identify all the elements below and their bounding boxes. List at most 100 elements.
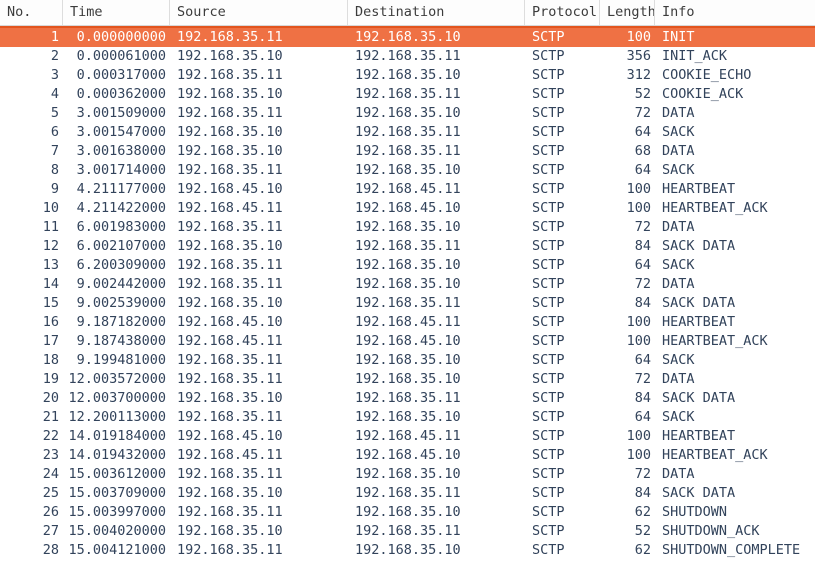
cell-source: 192.168.45.11 xyxy=(177,447,283,463)
table-row[interactable]: 21 12.200113000 192.168.35.11 192.168.35.10… xyxy=(0,408,815,427)
cell-destination: 192.168.35.10 xyxy=(355,466,461,482)
column-header-no[interactable]: No. xyxy=(0,0,63,25)
cell-no: 2 xyxy=(50,48,59,64)
cell-length: 356 xyxy=(626,48,651,64)
cell-protocol: SCTP xyxy=(532,466,565,482)
cell-time: 6.001983000 xyxy=(76,219,166,235)
column-header-time[interactable]: Time xyxy=(63,0,170,25)
packet-list-pane[interactable]: No. Time Source Destination Protocol Len… xyxy=(0,0,815,568)
cell-destination: 192.168.35.10 xyxy=(355,219,461,235)
cell-info: DATA xyxy=(662,219,695,235)
column-header-info[interactable]: Info xyxy=(655,0,815,25)
cell-source: 192.168.35.11 xyxy=(177,352,283,368)
table-row[interactable]: 9 4.211177000 192.168.45.10 192.168.45.11 SC… xyxy=(0,180,815,199)
cell-time: 9.002442000 xyxy=(76,276,166,292)
cell-source: 192.168.35.10 xyxy=(177,143,283,159)
cell-protocol: SCTP xyxy=(532,333,565,349)
cell-protocol: SCTP xyxy=(532,295,565,311)
cell-no: 22 xyxy=(42,428,59,444)
cell-time: 0.000000000 xyxy=(76,29,166,45)
cell-length: 100 xyxy=(626,333,651,349)
cell-protocol: SCTP xyxy=(532,181,565,197)
table-row[interactable]: 25 15.003709000 192.168.35.10 192.168.35.11… xyxy=(0,484,815,503)
table-row[interactable]: 15 9.002539000 192.168.35.10 192.168.35.11 S… xyxy=(0,294,815,313)
cell-destination: 192.168.35.10 xyxy=(355,105,461,121)
cell-destination: 192.168.45.10 xyxy=(355,200,461,216)
table-row[interactable]: 13 6.200309000 192.168.35.11 192.168.35.10 S… xyxy=(0,256,815,275)
cell-source: 192.168.35.11 xyxy=(177,542,283,558)
cell-length: 100 xyxy=(626,200,651,216)
cell-info: SACK DATA xyxy=(662,485,736,501)
cell-length: 64 xyxy=(634,409,651,425)
column-header-protocol[interactable]: Protocol xyxy=(525,0,600,25)
cell-no: 8 xyxy=(50,162,59,178)
cell-protocol: SCTP xyxy=(532,390,565,406)
table-row[interactable]: 4 0.000362000 192.168.35.10 192.168.35.11 SC… xyxy=(0,85,815,104)
cell-info: HEARTBEAT_ACK xyxy=(662,200,768,216)
packet-list-header[interactable]: No. Time Source Destination Protocol Len… xyxy=(0,0,815,26)
cell-length: 62 xyxy=(634,504,651,520)
table-row[interactable]: 2 0.000061000 192.168.35.10 192.168.35.11 SC… xyxy=(0,47,815,66)
table-row[interactable]: 19 12.003572000 192.168.35.11 192.168.35.10… xyxy=(0,370,815,389)
table-row[interactable]: 12 6.002107000 192.168.35.10 192.168.35.11 S… xyxy=(0,237,815,256)
table-row[interactable]: 7 3.001638000 192.168.35.10 192.168.35.11 SC… xyxy=(0,142,815,161)
cell-info: DATA xyxy=(662,371,695,387)
cell-source: 192.168.45.10 xyxy=(177,314,283,330)
cell-no: 6 xyxy=(50,124,59,140)
cell-length: 68 xyxy=(634,143,651,159)
cell-source: 192.168.45.11 xyxy=(177,200,283,216)
table-row[interactable]: 14 9.002442000 192.168.35.11 192.168.35.10 S… xyxy=(0,275,815,294)
cell-time: 6.200309000 xyxy=(76,257,166,273)
cell-time: 3.001714000 xyxy=(76,162,166,178)
table-row[interactable]: 5 3.001509000 192.168.35.11 192.168.35.10 SC… xyxy=(0,104,815,123)
table-row[interactable]: 10 4.211422000 192.168.45.11 192.168.45.10 S… xyxy=(0,199,815,218)
cell-destination: 192.168.45.11 xyxy=(355,428,461,444)
table-row[interactable]: 16 9.187182000 192.168.45.10 192.168.45.11 S… xyxy=(0,313,815,332)
cell-length: 72 xyxy=(634,466,651,482)
cell-time: 9.187182000 xyxy=(76,314,166,330)
cell-destination: 192.168.35.10 xyxy=(355,67,461,83)
cell-info: HEARTBEAT xyxy=(662,428,736,444)
cell-time: 9.199481000 xyxy=(76,352,166,368)
column-header-length[interactable]: Length xyxy=(600,0,655,25)
table-row[interactable]: 20 12.003700000 192.168.35.10 192.168.35.11… xyxy=(0,389,815,408)
cell-no: 12 xyxy=(42,238,59,254)
table-row[interactable]: 18 9.199481000 192.168.35.11 192.168.35.10 S… xyxy=(0,351,815,370)
cell-time: 9.002539000 xyxy=(76,295,166,311)
cell-source: 192.168.35.10 xyxy=(177,86,283,102)
cell-protocol: SCTP xyxy=(532,485,565,501)
cell-protocol: SCTP xyxy=(532,29,565,45)
cell-length: 72 xyxy=(634,371,651,387)
cell-source: 192.168.35.10 xyxy=(177,238,283,254)
cell-no: 7 xyxy=(50,143,59,159)
column-header-source[interactable]: Source xyxy=(170,0,348,25)
cell-length: 100 xyxy=(626,314,651,330)
table-row[interactable]: 6 3.001547000 192.168.35.10 192.168.35.11 SC… xyxy=(0,123,815,142)
column-header-destination[interactable]: Destination xyxy=(348,0,525,25)
table-row[interactable]: 11 6.001983000 192.168.35.11 192.168.35.10 S… xyxy=(0,218,815,237)
cell-info: HEARTBEAT xyxy=(662,181,736,197)
cell-protocol: SCTP xyxy=(532,542,565,558)
packet-list-rows[interactable]: 1 0.000000000 192.168.35.11 192.168.35.10 SC… xyxy=(0,26,815,568)
table-row[interactable]: 17 9.187438000 192.168.45.11 192.168.45.10 S… xyxy=(0,332,815,351)
table-row[interactable]: 27 15.004020000 192.168.35.10 192.168.35.11… xyxy=(0,522,815,541)
cell-destination: 192.168.35.11 xyxy=(355,48,461,64)
cell-info: SACK DATA xyxy=(662,238,736,254)
cell-protocol: SCTP xyxy=(532,447,565,463)
table-row[interactable]: 28 15.004121000 192.168.35.11 192.168.35.10… xyxy=(0,541,815,560)
table-row[interactable]: 22 14.019184000 192.168.45.10 192.168.45.11… xyxy=(0,427,815,446)
cell-source: 192.168.35.11 xyxy=(177,162,283,178)
cell-info: SHUTDOWN_COMPLETE xyxy=(662,542,801,558)
table-row[interactable]: 23 14.019432000 192.168.45.11 192.168.45.10… xyxy=(0,446,815,465)
table-row[interactable]: 24 15.003612000 192.168.35.11 192.168.35.10… xyxy=(0,465,815,484)
cell-time: 15.003997000 xyxy=(68,504,166,520)
cell-time: 9.187438000 xyxy=(76,333,166,349)
table-row[interactable]: 8 3.001714000 192.168.35.11 192.168.35.10 SC… xyxy=(0,161,815,180)
cell-info: COOKIE_ECHO xyxy=(662,67,752,83)
cell-time: 14.019184000 xyxy=(68,428,166,444)
cell-destination: 192.168.35.10 xyxy=(355,371,461,387)
table-row[interactable]: 3 0.000317000 192.168.35.11 192.168.35.10 SC… xyxy=(0,66,815,85)
table-row[interactable]: 1 0.000000000 192.168.35.11 192.168.35.10 SC… xyxy=(0,26,815,47)
cell-destination: 192.168.35.10 xyxy=(355,276,461,292)
table-row[interactable]: 26 15.003997000 192.168.35.11 192.168.35.10… xyxy=(0,503,815,522)
